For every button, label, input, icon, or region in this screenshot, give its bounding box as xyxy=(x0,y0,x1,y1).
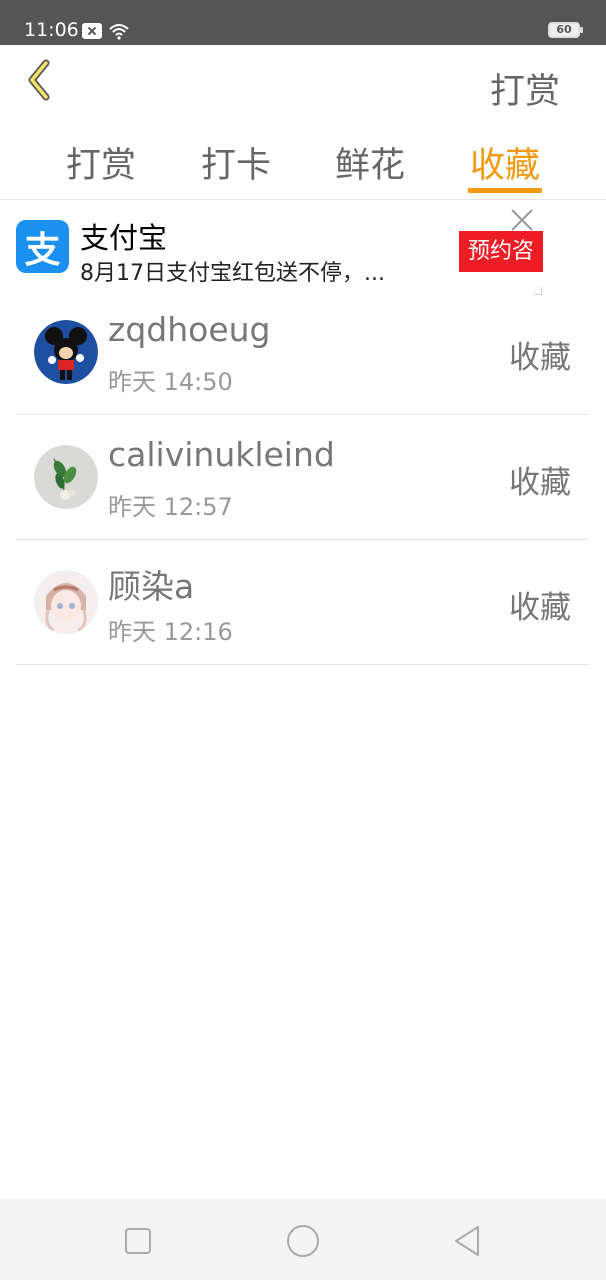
ad-description: 8月17日支付宝红包送不停，... xyxy=(80,261,385,286)
tab-bar: 打赏 打卡 鲜花 收藏 xyxy=(0,125,606,200)
avatar xyxy=(34,320,98,384)
notification-x-icon xyxy=(82,23,102,39)
avatar xyxy=(34,570,98,634)
ad-title: 支付宝 xyxy=(80,221,168,255)
alipay-logo: 支 xyxy=(16,220,69,273)
status-time: 11:06 xyxy=(24,19,79,41)
circle-icon[interactable] xyxy=(283,1221,323,1261)
header: 打赏 xyxy=(0,45,606,125)
avatar xyxy=(34,445,98,509)
tab-daka[interactable]: 打卡 xyxy=(191,137,281,188)
timestamp: 昨天 12:16 xyxy=(108,618,233,646)
list-item[interactable]: zqdhoeug 昨天 14:50 收藏 xyxy=(16,290,589,415)
close-icon[interactable] xyxy=(508,206,536,234)
page-title: 打赏 xyxy=(489,72,560,112)
active-tab-indicator xyxy=(468,188,542,193)
triangle-back-icon[interactable] xyxy=(448,1221,488,1261)
wifi-icon xyxy=(109,24,129,40)
tab-xianhua[interactable]: 鲜花 xyxy=(325,137,415,188)
battery-icon: 60 xyxy=(548,22,583,38)
list-item[interactable]: calivinukleind 昨天 12:57 收藏 xyxy=(16,415,589,540)
username: 顾染a xyxy=(108,567,195,606)
username: calivinukleind xyxy=(108,435,335,474)
username: zqdhoeug xyxy=(108,310,271,349)
favorites-list: zqdhoeug 昨天 14:50 收藏 calivinukleind 昨天 1… xyxy=(16,290,589,665)
chevron-left-icon[interactable] xyxy=(20,57,60,103)
square-icon[interactable] xyxy=(118,1221,158,1261)
timestamp: 昨天 14:50 xyxy=(108,368,233,396)
system-nav-bar xyxy=(0,1199,606,1280)
tab-shoucang[interactable]: 收藏 xyxy=(460,137,550,188)
ad-cta-button[interactable]: 预约咨 xyxy=(459,231,543,272)
status-bar: 11:06 60 xyxy=(0,0,606,45)
action-label: 收藏 xyxy=(509,465,571,501)
timestamp: 昨天 12:57 xyxy=(108,493,233,521)
action-label: 收藏 xyxy=(509,340,571,376)
action-label: 收藏 xyxy=(509,590,571,626)
status-icons xyxy=(82,22,130,40)
list-item[interactable]: 顾染a 昨天 12:16 收藏 xyxy=(16,540,589,665)
tab-dashang[interactable]: 打赏 xyxy=(56,137,146,188)
